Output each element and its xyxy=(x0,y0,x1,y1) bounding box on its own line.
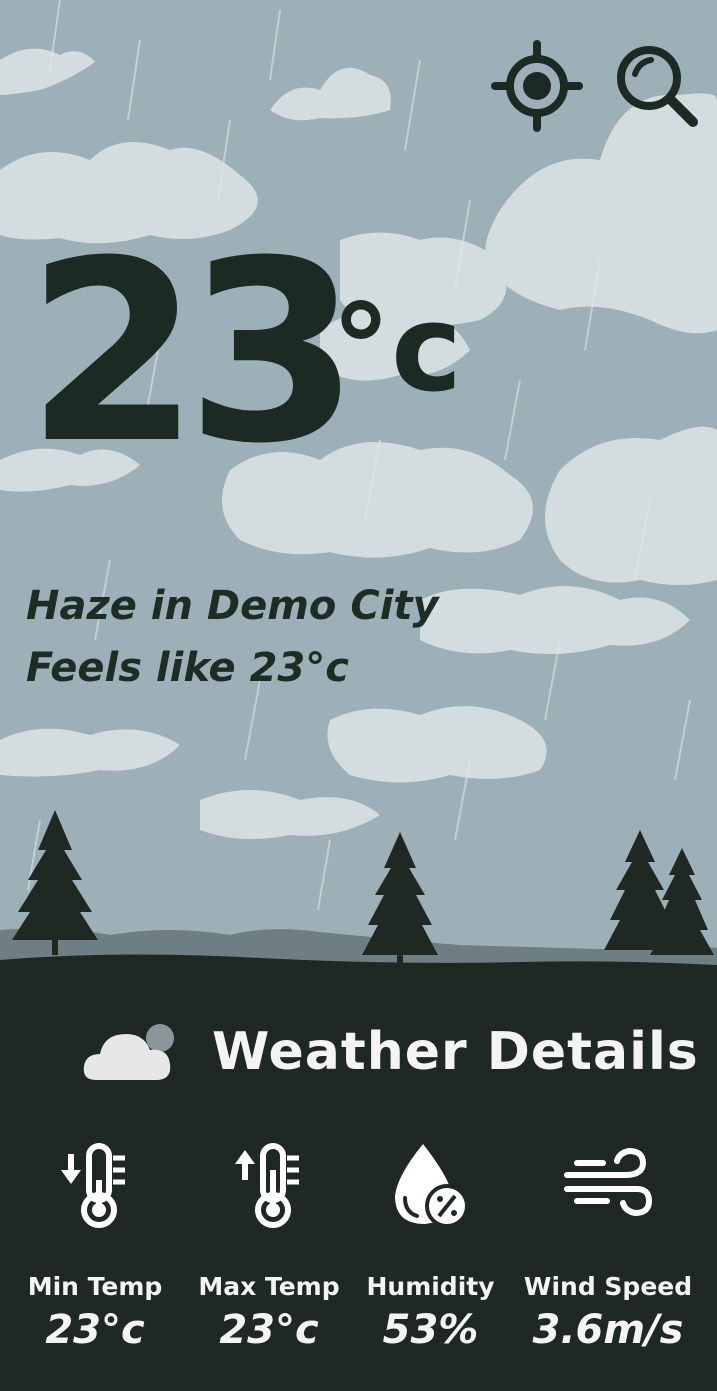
humidity-drop-icon xyxy=(394,1144,469,1228)
condition-text: Haze in Demo City xyxy=(26,583,439,629)
wind-speed-label: Wind Speed xyxy=(523,1272,693,1301)
humidity-label: Humidity xyxy=(366,1272,495,1301)
thermometer-down-icon xyxy=(61,1143,125,1228)
temperature-unit: °c xyxy=(331,280,463,419)
weather-screen: 23 °c Haze in Demo City Feels like 23°c … xyxy=(0,0,717,1391)
max-temp-label: Max Temp xyxy=(198,1272,340,1301)
temperature-value: 23 xyxy=(26,207,360,498)
feels-like-text: Feels like 23°c xyxy=(26,645,349,691)
weather-details-panel: Weather Details Min Temp 23°c Max Temp 2… xyxy=(0,970,717,1391)
crosshair-location-icon xyxy=(491,40,583,132)
current-location-button[interactable] xyxy=(491,40,583,132)
min-temp-value: 23°c xyxy=(45,1307,145,1353)
details-cards: Min Temp 23°c Max Temp 23°c Humidity 53%… xyxy=(0,1138,717,1353)
search-icon xyxy=(617,46,698,127)
details-title: Weather Details xyxy=(212,1022,699,1082)
min-temp-label: Min Temp xyxy=(27,1272,163,1301)
wind-speed-value: 3.6m/s xyxy=(532,1307,684,1353)
max-temp-value: 23°c xyxy=(219,1307,319,1353)
wind-icon xyxy=(564,1147,653,1217)
thermometer-up-icon xyxy=(235,1143,299,1228)
details-header: Weather Details xyxy=(82,1020,699,1084)
top-actions xyxy=(491,40,703,132)
current-temperature: 23 °c xyxy=(26,207,462,498)
humidity-value: 53% xyxy=(382,1307,479,1353)
condition-block: Haze in Demo City Feels like 23°c xyxy=(26,575,439,699)
detail-card-humidity: Humidity 53% xyxy=(348,1138,513,1353)
detail-card-min-temp: Min Temp 23°c xyxy=(0,1138,190,1353)
search-button[interactable] xyxy=(611,40,703,132)
detail-card-wind-speed: Wind Speed 3.6m/s xyxy=(513,1138,703,1353)
detail-card-max-temp: Max Temp 23°c xyxy=(190,1138,348,1353)
cloud-icon xyxy=(83,1024,174,1080)
